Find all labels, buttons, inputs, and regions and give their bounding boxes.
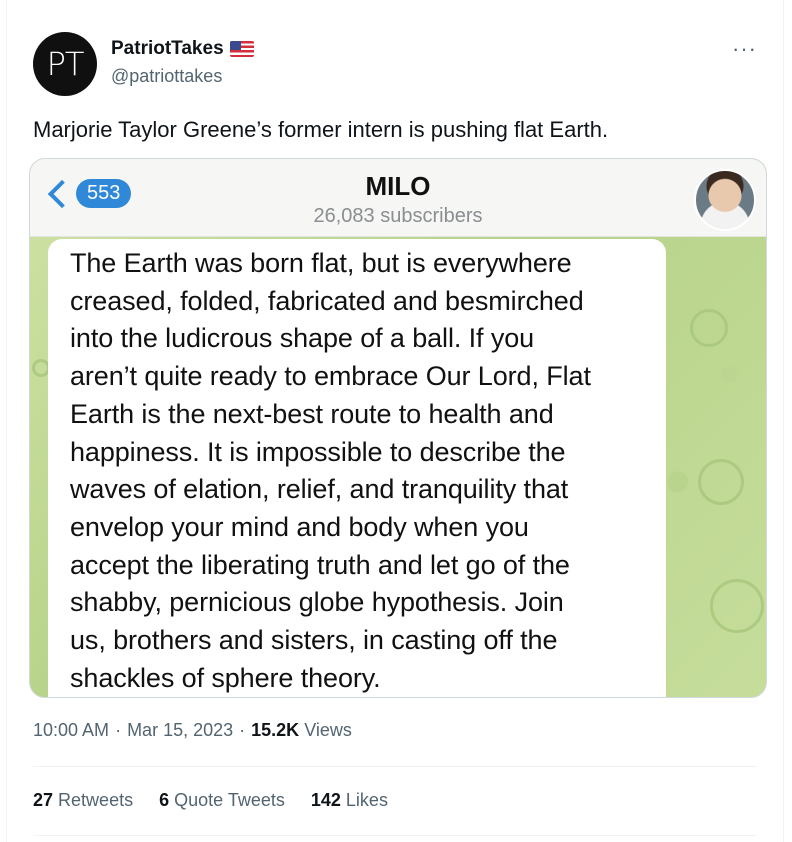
tweet-text: Marjorie Taylor Greene’s former intern i…: [33, 117, 609, 142]
avatar-initials: PT: [46, 45, 85, 83]
decor-circle: [698, 459, 744, 505]
telegram-header: 553 MILO 26,083 subscribers: [30, 159, 766, 237]
author-handle[interactable]: @patriottakes: [111, 66, 222, 87]
more-options-icon[interactable]: ···: [732, 36, 757, 62]
divider: [33, 766, 757, 767]
retweets-count: 27: [33, 790, 54, 810]
tweet-views: 15.2K Views: [251, 720, 352, 741]
likes-link[interactable]: 142 Likes: [311, 790, 388, 811]
retweets-link[interactable]: 27 Retweets: [33, 790, 133, 811]
likes-count: 142: [310, 790, 341, 810]
divider: [33, 835, 757, 836]
channel-avatar[interactable]: [694, 169, 756, 231]
views-count: 15.2K: [251, 720, 300, 740]
telegram-message-text: The Earth was born flat, but is everywhe…: [70, 248, 591, 693]
meta-separator: ·: [115, 720, 122, 740]
likes-label: Likes: [345, 790, 388, 810]
channel-name: MILO: [365, 171, 431, 201]
tweet-date[interactable]: Mar 15, 2023: [127, 720, 233, 741]
tweet-media-image[interactable]: 553 MILO 26,083 subscribers The Earth wa…: [29, 158, 767, 698]
tweet-stats: 27 Retweets 6 Quote Tweets 142 Likes: [33, 790, 388, 811]
author-name[interactable]: PatriotTakes: [111, 38, 224, 60]
retweets-label: Retweets: [58, 790, 134, 810]
us-flag-icon: [229, 41, 254, 57]
tweet-time[interactable]: 10:00 AM: [33, 720, 109, 741]
telegram-message-bubble: The Earth was born flat, but is everywhe…: [48, 239, 666, 697]
quote-tweets-link[interactable]: 6 Quote Tweets: [159, 790, 285, 811]
author-avatar[interactable]: PT: [33, 32, 97, 96]
quotes-label: Quote Tweets: [174, 790, 285, 810]
author-name-row: PatriotTakes: [111, 38, 254, 60]
channel-subscribers: 26,083 subscribers: [313, 205, 483, 227]
quotes-count: 6: [159, 790, 170, 810]
tweet-meta: 10:00 AM · Mar 15, 2023 · 15.2K Views: [33, 720, 352, 741]
meta-separator: ·: [239, 720, 246, 740]
views-label: Views: [304, 720, 352, 740]
tweet-card: PT PatriotTakes @patriottakes ··· Marjor…: [6, 0, 784, 842]
decor-circle: [690, 309, 728, 347]
decor-circle: [710, 579, 764, 633]
